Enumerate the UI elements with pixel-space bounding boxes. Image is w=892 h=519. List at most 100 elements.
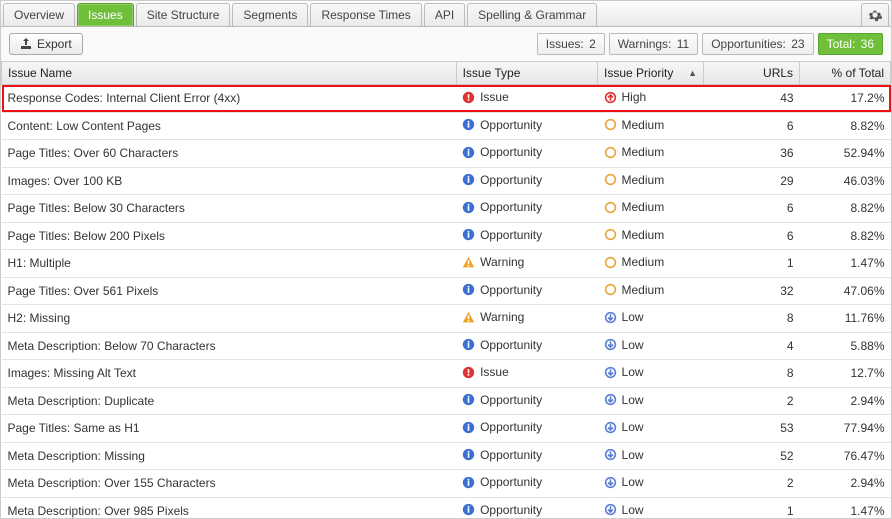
cell-issue-type: Warning [456, 305, 597, 333]
cell-priority: Medium [598, 112, 704, 140]
table-row[interactable]: Meta Description: Duplicate Opportunity Lo… [2, 387, 891, 415]
issues-grid[interactable]: Issue NameIssue TypeIssue PriorityURLs% … [1, 62, 891, 518]
tab-spelling-grammar[interactable]: Spelling & Grammar [467, 3, 597, 26]
priority-label: Low [622, 420, 644, 434]
issue-type-label: Opportunity [480, 118, 542, 132]
cell-priority: Medium [598, 250, 704, 278]
opportunity-icon [462, 338, 475, 351]
priority-label: Medium [622, 118, 665, 132]
cell-issue-name: Meta Description: Duplicate [2, 387, 457, 415]
table-row[interactable]: Meta Description: Over 985 Pixels Opportu… [2, 497, 891, 518]
priority-medium-icon [604, 283, 617, 296]
table-row[interactable]: Meta Description: Below 70 CharactersOpp… [2, 332, 891, 360]
count-opportunities[interactable]: Opportunities: 23 [702, 33, 813, 55]
issue-type-label: Opportunity [480, 503, 542, 517]
count-issues[interactable]: Issues: 2 [537, 33, 605, 55]
table-row[interactable]: Images: Missing Alt TextIssueLow812.7% [2, 360, 891, 388]
cell-issue-type: Opportunity [456, 387, 597, 415]
export-button[interactable]: Export [9, 33, 83, 55]
tab-overview[interactable]: Overview [3, 3, 75, 26]
count-warnings-label: Warnings: [618, 37, 672, 51]
opportunity-icon [462, 118, 475, 131]
settings-button[interactable] [861, 3, 889, 26]
cell-issue-name: H2: Missing [2, 305, 457, 333]
table-row[interactable]: Content: Low Content PagesOpportunityMed… [2, 112, 891, 140]
col-header[interactable]: Issue Name [2, 62, 457, 85]
priority-low-icon [604, 421, 617, 434]
opportunity-icon [462, 393, 475, 406]
cell-issue-name: Meta Description: Over 985 Pixels [2, 497, 457, 518]
issue-type-label: Opportunity [480, 200, 542, 214]
count-opportunities-label: Opportunities: [711, 37, 786, 51]
priority-label: Low [622, 393, 644, 407]
table-row[interactable]: Page Titles: Below 200 PixelsOpportunity… [2, 222, 891, 250]
table-row[interactable]: Page Titles: Same as H1OpportunityLow537… [2, 415, 891, 443]
cell-pct: 77.94% [800, 415, 891, 443]
tab-label: API [435, 8, 454, 22]
priority-label: Medium [622, 173, 665, 187]
priority-medium-icon [604, 173, 617, 186]
cell-pct: 8.82% [800, 195, 891, 223]
cell-priority: Medium [598, 222, 704, 250]
priority-label: Medium [622, 283, 665, 297]
cell-issue-type: Opportunity [456, 497, 597, 518]
table-row[interactable]: Meta Description: Over 155 CharactersOpp… [2, 470, 891, 498]
cell-urls: 8 [704, 305, 800, 333]
table-row[interactable]: H1: MultipleWarningMedium11.47% [2, 250, 891, 278]
cell-priority: High [598, 85, 704, 113]
priority-label: Low [622, 503, 644, 517]
count-warnings[interactable]: Warnings: 11 [609, 33, 698, 55]
table-head: Issue NameIssue TypeIssue PriorityURLs% … [2, 62, 891, 85]
cell-urls: 32 [704, 277, 800, 305]
cell-urls: 29 [704, 167, 800, 195]
tab-segments[interactable]: Segments [232, 3, 308, 26]
table-row[interactable]: Response Codes: Internal Client Error (4… [2, 85, 891, 113]
issue-type-label: Issue [480, 90, 509, 104]
col-header[interactable]: Issue Type [456, 62, 597, 85]
cell-issue-name: Page Titles: Over 60 Characters [2, 140, 457, 168]
tab-api[interactable]: API [424, 3, 465, 26]
priority-label: Low [622, 448, 644, 462]
count-total-value: 36 [861, 37, 874, 51]
table-row[interactable]: H2: MissingWarningLow811.76% [2, 305, 891, 333]
cell-priority: Low [598, 360, 704, 388]
cell-issue-name: Meta Description: Over 155 Characters [2, 470, 457, 498]
table-row[interactable]: Meta Description: MissingOpportunityLow5… [2, 442, 891, 470]
col-header[interactable]: URLs [704, 62, 800, 85]
cell-priority: Medium [598, 167, 704, 195]
tab-response-times[interactable]: Response Times [310, 3, 421, 26]
priority-medium-icon [604, 228, 617, 241]
tab-site-structure[interactable]: Site Structure [136, 3, 231, 26]
priority-label: Low [622, 475, 644, 489]
cell-urls: 8 [704, 360, 800, 388]
priority-label: Low [622, 338, 644, 352]
cell-issue-name: Page Titles: Same as H1 [2, 415, 457, 443]
cell-issue-type: Issue [456, 360, 597, 388]
table-row[interactable]: Page Titles: Over 561 PixelsOpportunityM… [2, 277, 891, 305]
table-row[interactable]: Page Titles: Below 30 CharactersOpportun… [2, 195, 891, 223]
cell-issue-type: Opportunity [456, 332, 597, 360]
cell-issue-type: Warning [456, 250, 597, 278]
count-total[interactable]: Total: 36 [818, 33, 883, 55]
tab-issues[interactable]: Issues [77, 3, 134, 26]
priority-label: Medium [622, 228, 665, 242]
col-header[interactable]: Issue Priority [598, 62, 704, 85]
count-opportunities-value: 23 [791, 37, 804, 51]
count-issues-label: Issues: [546, 37, 584, 51]
issue-type-label: Opportunity [480, 228, 542, 242]
priority-low-icon [604, 311, 617, 324]
cell-issue-name: Meta Description: Missing [2, 442, 457, 470]
priority-label: Low [622, 365, 644, 379]
tab-bar: OverviewIssuesSite Structure Segments Resp… [1, 1, 891, 27]
tab-label: Segments [243, 8, 297, 22]
summary-counts: Issues: 2 Warnings: 11 Opportunities: 23… [537, 33, 883, 55]
priority-label: Medium [622, 145, 665, 159]
col-header[interactable]: % of Total [800, 62, 891, 85]
table-row[interactable]: Page Titles: Over 60 CharactersOpportuni… [2, 140, 891, 168]
table-row[interactable]: Images: Over 100 KBOpportunityMedium2946… [2, 167, 891, 195]
cell-priority: Medium [598, 277, 704, 305]
cell-priority: Low [598, 442, 704, 470]
issue-type-label: Opportunity [480, 338, 542, 352]
cell-priority: Low [598, 470, 704, 498]
issue-type-label: Opportunity [480, 393, 542, 407]
